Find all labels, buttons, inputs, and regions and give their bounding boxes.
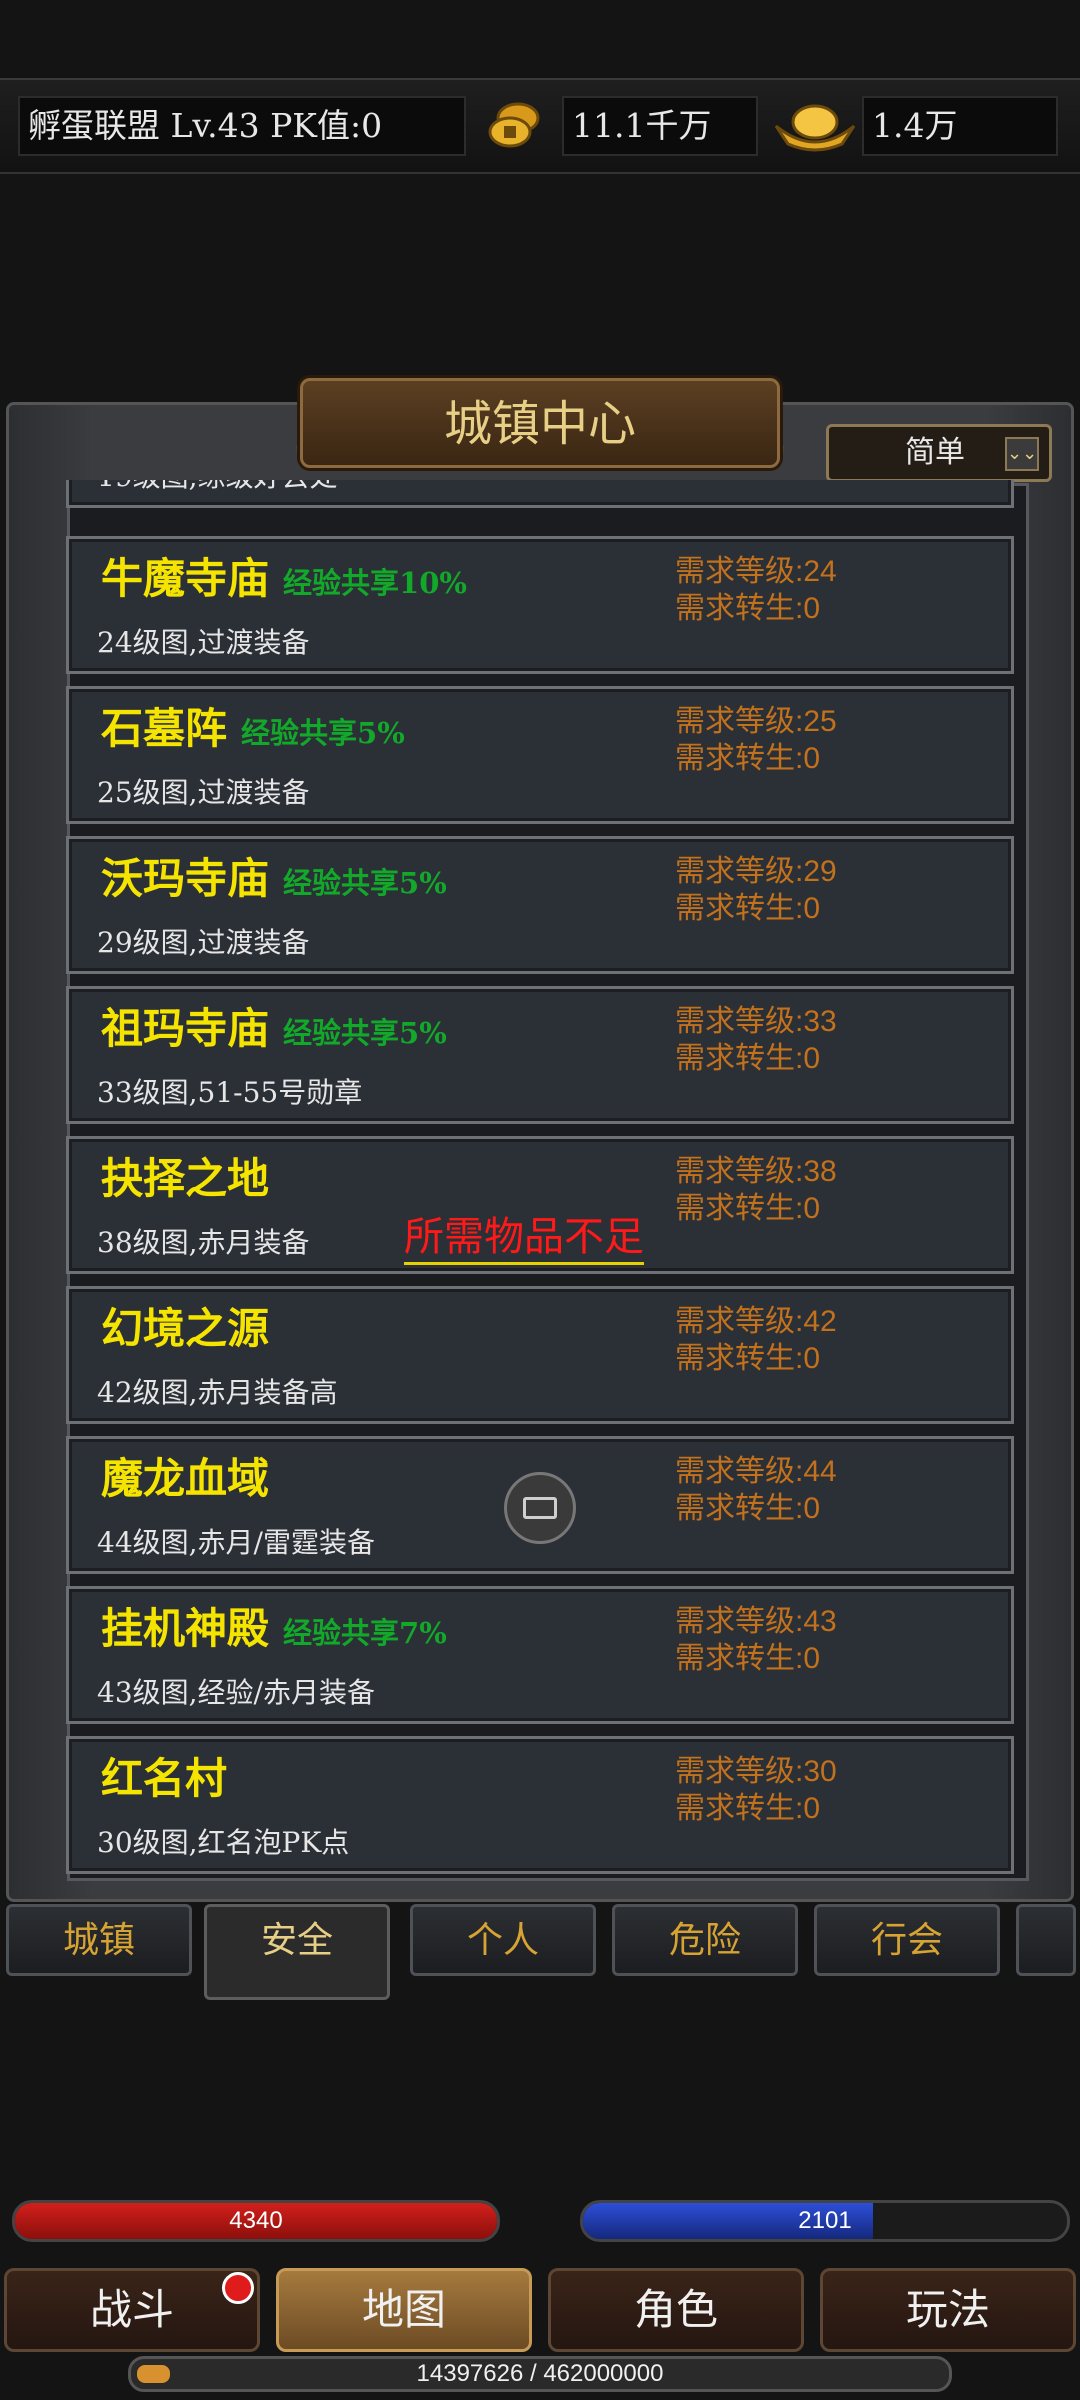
map-name: 魔龙血域 xyxy=(101,1454,270,1503)
exp-share-label: 经验共享10% xyxy=(283,566,467,600)
gold-coin-icon xyxy=(488,102,540,148)
map-name: 石墓阵 xyxy=(101,704,228,753)
map-description: 44级图,赤月/雷霆装备 xyxy=(97,1526,375,1559)
required-level: 需求等级:43 xyxy=(675,1605,837,1638)
tab-town[interactable]: 城镇 xyxy=(6,1904,192,1976)
player-info: 孵蛋联盟 Lv.43 PK值:0 xyxy=(18,96,466,156)
map-description: 43级图,经验/赤月装备 xyxy=(97,1676,375,1709)
list-item[interactable]: 红名村 30级图,红名泡PK点 需求等级:30 需求转生:0 xyxy=(66,1736,1014,1874)
nav-character[interactable]: 角色 xyxy=(548,2268,804,2352)
nav-gameplay[interactable]: 玩法 xyxy=(820,2268,1076,2352)
map-name: 祖玛寺庙 xyxy=(101,1004,270,1053)
list-item[interactable]: 石墓阵 经验共享5% 25级图,过渡装备 需求等级:25 需求转生:0 xyxy=(66,686,1014,824)
map-description: 30级图,红名泡PK点 xyxy=(97,1826,350,1859)
filter-dropdown[interactable]: 简单 ⌄⌄ xyxy=(826,424,1052,482)
ingot-amount: 1.4万 xyxy=(862,96,1058,156)
required-rebirth: 需求转生:0 xyxy=(675,1192,821,1225)
map-name: 幻境之源 xyxy=(101,1304,270,1353)
required-level: 需求等级:24 xyxy=(675,555,837,588)
required-level: 需求等级:33 xyxy=(675,1005,837,1038)
mp-value: 2101 xyxy=(798,2207,852,2234)
map-description: 25级图,过渡装备 xyxy=(97,776,310,809)
required-level: 需求等级:38 xyxy=(675,1155,837,1188)
list-item[interactable]: 挂机神殿 经验共享7% 43级图,经验/赤月装备 需求等级:43 需求转生:0 xyxy=(66,1586,1014,1724)
chat-float-icon[interactable] xyxy=(504,1472,576,1544)
tab-safe[interactable]: 安全 xyxy=(204,1904,390,2000)
required-rebirth: 需求转生:0 xyxy=(675,1342,821,1375)
map-description: 42级图,赤月装备高 xyxy=(97,1376,338,1409)
required-rebirth: 需求转生:0 xyxy=(675,1792,821,1825)
list-item[interactable]: 幻境之源 42级图,赤月装备高 需求等级:42 需求转生:0 xyxy=(66,1286,1014,1424)
panel-title: 城镇中心 xyxy=(443,396,636,452)
list-item[interactable]: 沃玛寺庙 经验共享5% 29级图,过渡装备 需求等级:29 需求转生:0 xyxy=(66,836,1014,974)
list-item[interactable]: 牛魔寺庙 经验共享10% 24级图,过渡装备 需求等级:24 需求转生:0 xyxy=(66,536,1014,674)
tab-personal[interactable]: 个人 xyxy=(410,1904,596,1976)
experience-bar: 14397626 / 462000000 xyxy=(128,2356,952,2392)
required-rebirth: 需求转生:0 xyxy=(675,592,821,625)
category-tabs: 城镇 安全 个人 危险 行会 xyxy=(0,1904,1080,2000)
chevron-down-icon: ⌄⌄ xyxy=(1005,437,1039,471)
exp-share-label: 经验共享5% xyxy=(283,1016,447,1050)
map-name: 抉择之地 xyxy=(101,1154,270,1203)
filter-dropdown-label: 简单 xyxy=(905,436,965,469)
tab-danger[interactable]: 危险 xyxy=(612,1904,798,1976)
tab-more[interactable] xyxy=(1016,1904,1076,1976)
map-description: 24级图,过渡装备 xyxy=(97,626,310,659)
map-name: 沃玛寺庙 xyxy=(101,854,270,903)
hp-value: 4340 xyxy=(229,2207,283,2234)
map-description: 19级图,练级好去处 xyxy=(97,480,338,495)
list-item[interactable]: 19级图,练级好去处 xyxy=(66,480,1014,508)
exp-share-label: 经验共享5% xyxy=(283,866,447,900)
map-description: 29级图,过渡装备 xyxy=(97,926,310,959)
gold-amount: 11.1千万 xyxy=(562,96,758,156)
list-item[interactable]: 祖玛寺庙 经验共享5% 33级图,51-55号勋章 需求等级:33 需求转生:0 xyxy=(66,986,1014,1124)
exp-share-label: 经验共享7% xyxy=(283,1616,447,1650)
nav-battle[interactable]: 战斗 xyxy=(4,2268,260,2352)
map-list[interactable]: 19级图,练级好去处 牛魔寺庙经验共享10% 24级图,过渡装备 需求等级:24… xyxy=(62,480,1018,1874)
nav-map[interactable]: 地图 xyxy=(276,2268,532,2352)
required-level: 需求等级:30 xyxy=(675,1755,837,1788)
required-level: 需求等级:29 xyxy=(675,855,837,888)
map-description: 33级图,51-55号勋章 xyxy=(97,1076,363,1109)
tab-guild[interactable]: 行会 xyxy=(814,1904,1000,1976)
top-status-bar: 孵蛋联盟 Lv.43 PK值:0 11.1千万 1.4万 xyxy=(0,78,1080,174)
map-name: 挂机神殿 xyxy=(101,1604,270,1653)
required-rebirth: 需求转生:0 xyxy=(675,1642,821,1675)
map-name: 红名村 xyxy=(101,1754,228,1803)
insufficient-items-toast: 所需物品不足 xyxy=(404,1212,644,1265)
exp-share-label: 经验共享5% xyxy=(241,716,405,750)
notification-dot xyxy=(222,2272,254,2304)
required-rebirth: 需求转生:0 xyxy=(675,1042,821,1075)
map-description: 38级图,赤月装备 xyxy=(97,1226,310,1259)
mp-bar: 2101 xyxy=(580,2200,1070,2242)
hp-bar: 4340 xyxy=(12,2200,500,2242)
gold-ingot-icon xyxy=(774,104,856,152)
required-rebirth: 需求转生:0 xyxy=(675,1492,821,1525)
map-name: 牛魔寺庙 xyxy=(101,554,270,603)
required-rebirth: 需求转生:0 xyxy=(675,892,821,925)
required-rebirth: 需求转生:0 xyxy=(675,742,821,775)
required-level: 需求等级:25 xyxy=(675,705,837,738)
required-level: 需求等级:44 xyxy=(675,1455,837,1488)
required-level: 需求等级:42 xyxy=(675,1305,837,1338)
experience-value: 14397626 / 462000000 xyxy=(416,2360,664,2387)
